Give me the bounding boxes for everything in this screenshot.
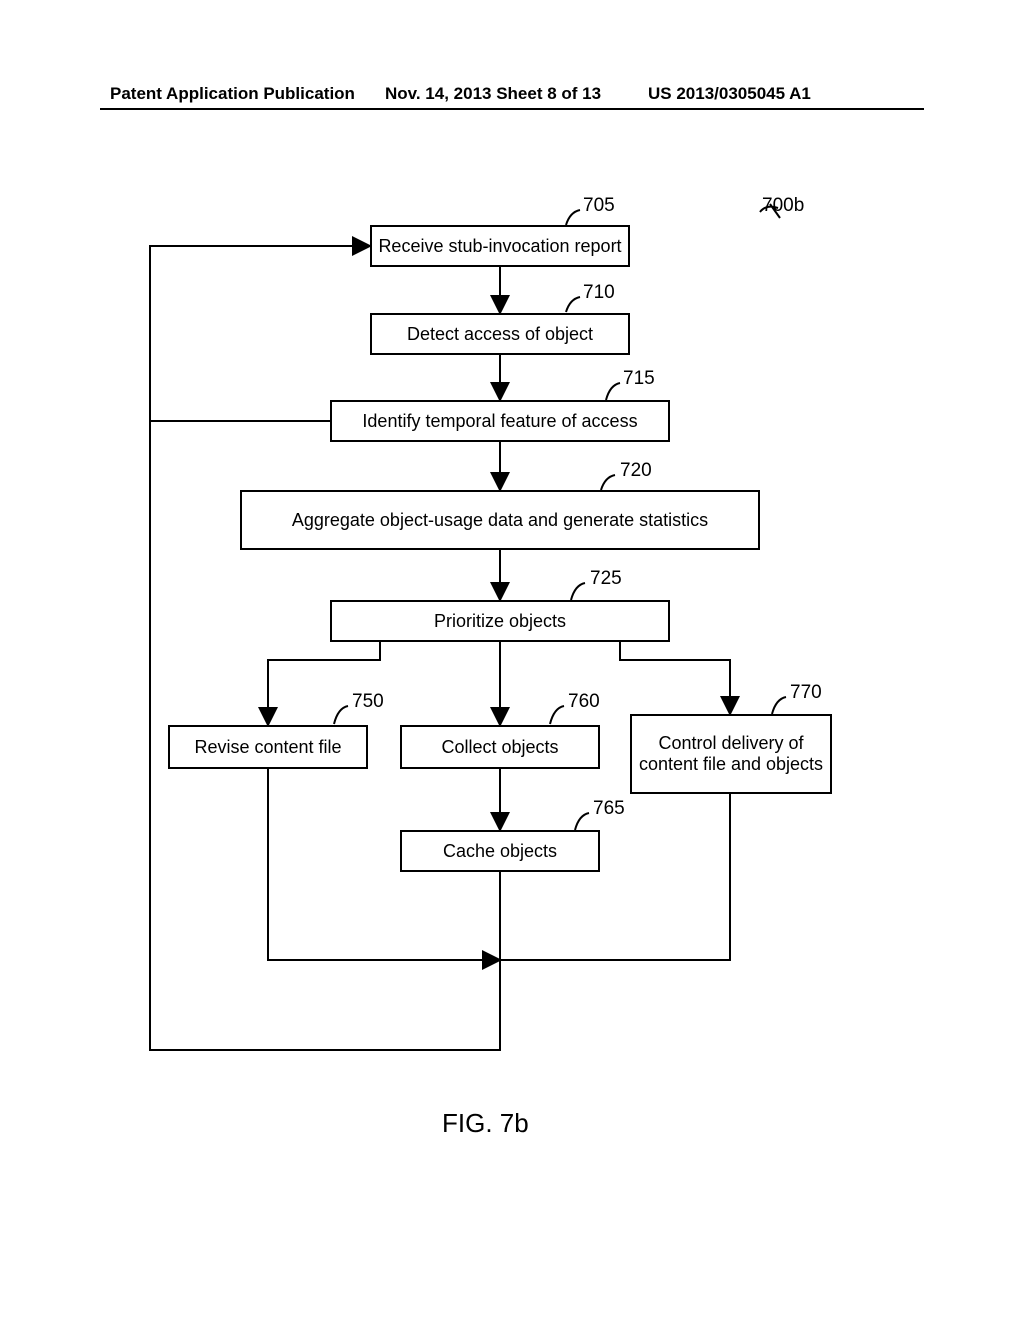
node-detect-access: Detect access of object bbox=[370, 313, 630, 355]
ref-720: 720 bbox=[620, 460, 652, 482]
ref-diagram: 700b bbox=[762, 195, 804, 217]
header-date-sheet: Nov. 14, 2013 Sheet 8 of 13 bbox=[385, 84, 601, 104]
node-control-delivery: Control delivery of content file and obj… bbox=[630, 714, 832, 794]
page: Patent Application Publication Nov. 14, … bbox=[0, 0, 1024, 1320]
ref-750: 750 bbox=[352, 691, 384, 713]
node-identify-temporal: Identify temporal feature of access bbox=[330, 400, 670, 442]
header-rule bbox=[100, 108, 924, 110]
figure-label: FIG. 7b bbox=[442, 1108, 529, 1139]
ref-725: 725 bbox=[590, 568, 622, 590]
ref-760: 760 bbox=[568, 691, 600, 713]
node-revise-content: Revise content file bbox=[168, 725, 368, 769]
node-collect-objects: Collect objects bbox=[400, 725, 600, 769]
node-prioritize: Prioritize objects bbox=[330, 600, 670, 642]
ref-770: 770 bbox=[790, 682, 822, 704]
header-publication: Patent Application Publication bbox=[110, 84, 355, 104]
ref-765: 765 bbox=[593, 798, 625, 820]
node-aggregate-stats: Aggregate object-usage data and generate… bbox=[240, 490, 760, 550]
ref-705: 705 bbox=[583, 195, 615, 217]
header-pubnumber: US 2013/0305045 A1 bbox=[648, 84, 811, 104]
node-cache-objects: Cache objects bbox=[400, 830, 600, 872]
node-receive-stub: Receive stub-invocation report bbox=[370, 225, 630, 267]
ref-710: 710 bbox=[583, 282, 615, 304]
ref-715: 715 bbox=[623, 368, 655, 390]
